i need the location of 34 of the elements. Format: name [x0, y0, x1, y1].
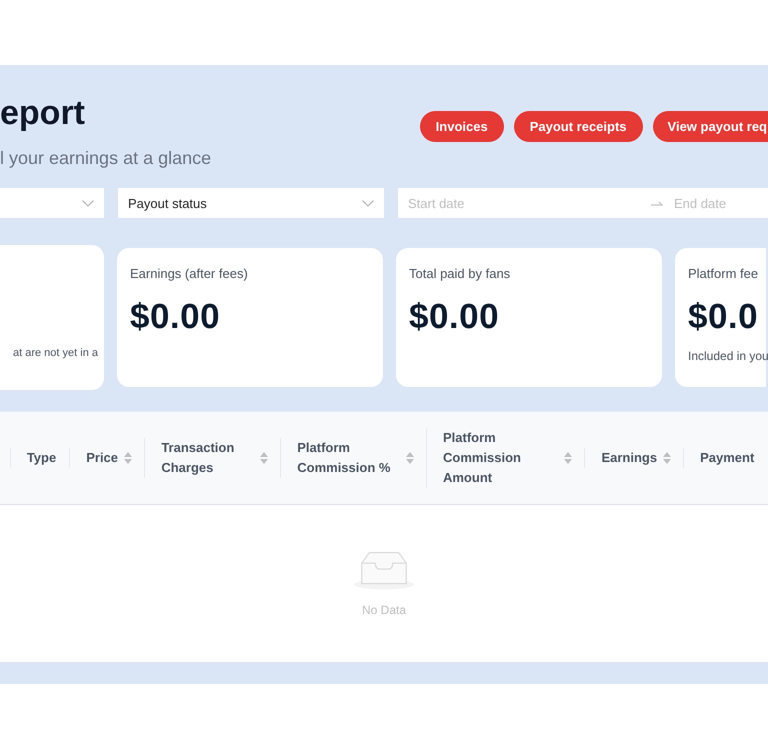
- action-button[interactable]: Payout receipts: [514, 111, 643, 142]
- chevron-down-icon: [82, 200, 94, 206]
- sort-icon[interactable]: [564, 452, 572, 464]
- action-button[interactable]: Invoices: [420, 111, 504, 142]
- card-amount: $0.0: [688, 297, 760, 337]
- dropdown[interactable]: [0, 188, 104, 218]
- card-label: Total paid by fans: [409, 266, 512, 281]
- card-amount: $0.00: [409, 297, 500, 337]
- column-header[interactable]: Platform Commission %: [280, 438, 426, 478]
- page-subtitle: l your earnings at a glance: [0, 147, 212, 169]
- column-header[interactable]: Price: [69, 448, 144, 468]
- sort-icon[interactable]: [406, 452, 414, 464]
- action-button[interactable]: View payout req: [652, 111, 768, 142]
- date-range-field[interactable]: Start date End date: [398, 188, 768, 218]
- start-date-field[interactable]: Start date: [408, 196, 638, 210]
- page-title: eport: [0, 93, 86, 133]
- column-header[interactable]: Platform Commission Amount: [426, 428, 584, 488]
- chevron-down-icon: [362, 200, 374, 206]
- dropdown[interactable]: Payout status: [118, 188, 384, 218]
- card-note: Included in you: [688, 349, 766, 363]
- card-label: Earnings (after fees): [130, 266, 249, 281]
- column-header: Payment: [683, 448, 768, 468]
- card-label: Platform fee: [688, 266, 760, 281]
- column-header: Type: [10, 448, 70, 468]
- empty-inbox-icon: [353, 549, 415, 591]
- card-amount: $0.00: [130, 297, 222, 337]
- column-header[interactable]: Earnings: [584, 448, 684, 468]
- card-note: at are not yet in a: [13, 347, 98, 359]
- column-header[interactable]: Transaction Charges: [144, 438, 280, 478]
- sort-icon[interactable]: [663, 452, 672, 464]
- sort-icon[interactable]: [124, 452, 132, 464]
- end-date-field[interactable]: End date: [674, 196, 754, 210]
- empty-message: No Data: [362, 603, 406, 617]
- sort-icon[interactable]: [260, 452, 268, 464]
